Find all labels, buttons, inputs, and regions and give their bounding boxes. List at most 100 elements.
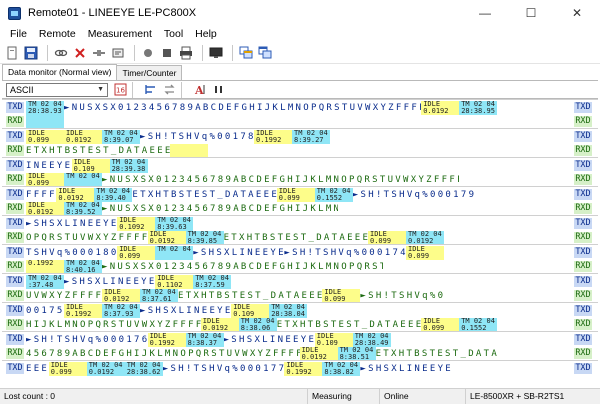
monitor-line: RXD 456789ABCDEFGHIJKLMNOPQRSTUVWXYZFFFF I… bbox=[2, 346, 598, 361]
timestamp-marker: TM 02 04 bbox=[64, 172, 102, 187]
record-icon[interactable] bbox=[159, 45, 175, 61]
timestamp-marker: TM 02 04 0.0192 bbox=[86, 362, 125, 376]
font-icon[interactable]: A bbox=[192, 83, 206, 97]
lost-count-status: Lost count : 0 bbox=[0, 388, 308, 404]
toolbar-separator bbox=[47, 44, 48, 61]
menu-file[interactable]: File bbox=[4, 26, 33, 42]
line-label: RXD bbox=[6, 289, 24, 301]
window-icon[interactable] bbox=[238, 45, 254, 61]
stop-icon[interactable] bbox=[140, 45, 156, 61]
print-icon[interactable] bbox=[178, 45, 194, 61]
idle-marker bbox=[170, 143, 209, 158]
monitor-data-text: EEE bbox=[26, 364, 49, 374]
line-label: TXD bbox=[6, 160, 24, 171]
monitor-data: UVWXYZFFFF bbox=[26, 289, 102, 303]
idle-marker: IDLE 0.1992 bbox=[284, 362, 323, 376]
swap-icon[interactable] bbox=[162, 83, 176, 97]
monitor-line: TXD ►SHSXLINEEYE IDLE 0.1092 TM 02 04 8:39.63… bbox=[2, 215, 598, 231]
disconnect-icon[interactable] bbox=[72, 45, 88, 61]
line-split-icon[interactable] bbox=[143, 83, 157, 97]
pause-icon[interactable] bbox=[211, 83, 225, 97]
line-label: TXD bbox=[6, 189, 24, 200]
monitor-line: TXD TSHVq%000180 IDLE 0.099 TM 02 04 ►SHSXLIN… bbox=[2, 244, 598, 260]
line-label: TXD bbox=[6, 247, 24, 258]
monitor-data-text: ►NUSXSX0123456789ABCDEFGHIJKLMNOPQRSTUVW… bbox=[102, 174, 460, 185]
monitor-data-text: INEEYE bbox=[26, 161, 72, 171]
new-icon[interactable] bbox=[4, 45, 20, 61]
minimize-button[interactable]: — bbox=[462, 0, 508, 26]
line-label: TXD bbox=[574, 131, 592, 142]
monitor-data: ETXHTBSTEST_DATAEEE bbox=[26, 144, 170, 158]
maximize-button[interactable]: ☐ bbox=[508, 0, 554, 26]
line-label: TXD bbox=[6, 102, 24, 113]
monitor-data-text: ►NUSXSX0123456789ABCDEFGHIJKLMNOPQRSTUVW… bbox=[64, 103, 422, 113]
idle-marker: 0.1992 bbox=[26, 259, 64, 274]
monitor-data-text: ►SHSXLINEEYE bbox=[223, 335, 315, 345]
timestamp-marker: TM 02 04 8:37.61 bbox=[140, 288, 178, 303]
timestamp-marker: TM 02 04 8:39.52 bbox=[64, 201, 102, 216]
monitor-data: ETXHTBSTEST_DATA bbox=[376, 347, 498, 361]
hex-display-icon[interactable]: 16 bbox=[113, 83, 127, 97]
monitor-data-text: FFFF bbox=[26, 190, 57, 200]
timestamp-marker: TM 02 04 8:38.51 bbox=[337, 346, 376, 361]
chevron-down-icon: ▼ bbox=[97, 85, 104, 93]
save-icon[interactable] bbox=[23, 45, 39, 61]
line-label: RXD bbox=[6, 231, 24, 243]
line-label: RXD bbox=[574, 231, 592, 243]
timestamp-marker: TM 02 04 0.1552 bbox=[459, 317, 498, 332]
monitor-line: TXD EEE IDLE 0.099 TM 02 04 0.0192 TM 02 04 28:… bbox=[2, 360, 598, 376]
line-label: TXD bbox=[574, 334, 592, 345]
monitor-data-text: ►SHSXLINEEYE bbox=[64, 277, 156, 287]
timestamp-marker: TM 02 04 8:38.82 bbox=[322, 362, 361, 376]
toolbar-separator bbox=[202, 44, 203, 61]
line-label: RXD bbox=[574, 173, 592, 185]
close-button[interactable]: ✕ bbox=[554, 0, 600, 26]
line-label: RXD bbox=[6, 144, 24, 156]
data-monitor-view[interactable]: TXD TM 02 04 28:38.93 ►NUSXSX0123456789ABCD… bbox=[2, 98, 598, 404]
monitor-data-text: OPQRSTUVWXYZFFFF bbox=[26, 232, 148, 243]
monitor-data-text: ►SH!TSHVq%000179 bbox=[352, 190, 475, 200]
menu-tool[interactable]: Tool bbox=[158, 26, 189, 42]
tab-timer-counter[interactable]: Timer/Counter bbox=[116, 65, 183, 80]
monitor-line: RXD IDLE 0.0192 TM 02 04 8:39.52 ►NUSXSX01234… bbox=[2, 201, 598, 216]
line-label: RXD bbox=[574, 115, 592, 127]
line-label: TXD bbox=[574, 102, 592, 113]
window-title: Remote01 - LINEEYE LE-PC800X bbox=[28, 7, 197, 19]
main-toolbar bbox=[0, 42, 600, 64]
monitor-data-text: HIJKLMNOPQRSTUVWXYZFFFF bbox=[26, 319, 201, 330]
menu-measurement[interactable]: Measurement bbox=[82, 26, 158, 42]
monitor-data-text: ►SH!TSHVq%000176 bbox=[26, 335, 148, 345]
idle-marker: IDLE 0.0192 bbox=[299, 346, 338, 361]
monitor-icon[interactable] bbox=[208, 45, 224, 61]
tab-data-monitor[interactable]: Data monitor (Normal view) bbox=[2, 64, 118, 80]
line-label: TXD bbox=[574, 247, 592, 258]
monitor-data: ETXHTBSTEST_DATAEEE bbox=[178, 289, 322, 303]
menu-remote[interactable]: Remote bbox=[33, 26, 82, 42]
line-label: RXD bbox=[574, 144, 592, 156]
cascade-icon[interactable] bbox=[257, 45, 273, 61]
line-label: TXD bbox=[574, 189, 592, 200]
device-status: LE-8500XR + SB-R2TS1 bbox=[470, 390, 565, 401]
line-label: TXD bbox=[6, 218, 24, 229]
link-icon[interactable] bbox=[53, 45, 69, 61]
connect-icon[interactable] bbox=[91, 45, 107, 61]
line-label: RXD bbox=[6, 202, 24, 214]
monitor-data: HIJKLMNOPQRSTUVWXYZFFFF bbox=[26, 318, 201, 332]
monitor-data-text: ►SHSXLINEEYE bbox=[26, 219, 118, 229]
line-label: RXD bbox=[574, 318, 592, 330]
marker-value: 0.0192 bbox=[88, 368, 115, 376]
connection-status: Online bbox=[380, 388, 466, 404]
line-label: RXD bbox=[574, 202, 592, 214]
menu-help[interactable]: Help bbox=[189, 26, 223, 42]
status-bar: Lost count : 0 Measuring Online LE-8500X… bbox=[0, 388, 600, 404]
monitor-data-text: ►SH!TSHVq%0 bbox=[360, 290, 444, 301]
settings-icon[interactable] bbox=[110, 45, 126, 61]
line-label: TXD bbox=[574, 276, 592, 287]
monitor-data-text: 456789ABCDEFGHIJKLMNOPQRSTUVWXYZFFFF bbox=[26, 348, 300, 359]
line-label: TXD bbox=[6, 305, 24, 316]
monitor-data: OPQRSTUVWXYZFFFF bbox=[26, 231, 148, 245]
monitor-data: ETXHTBSTEST_DATAEEE bbox=[277, 318, 421, 332]
monitor-data-text: ►NUSXSX0123456789ABCDEFGHIJKLMNOPQRST bbox=[102, 261, 384, 272]
encoding-select[interactable]: ASCII ▼ bbox=[6, 82, 108, 97]
monitor-data-text: 00175 bbox=[26, 306, 64, 316]
